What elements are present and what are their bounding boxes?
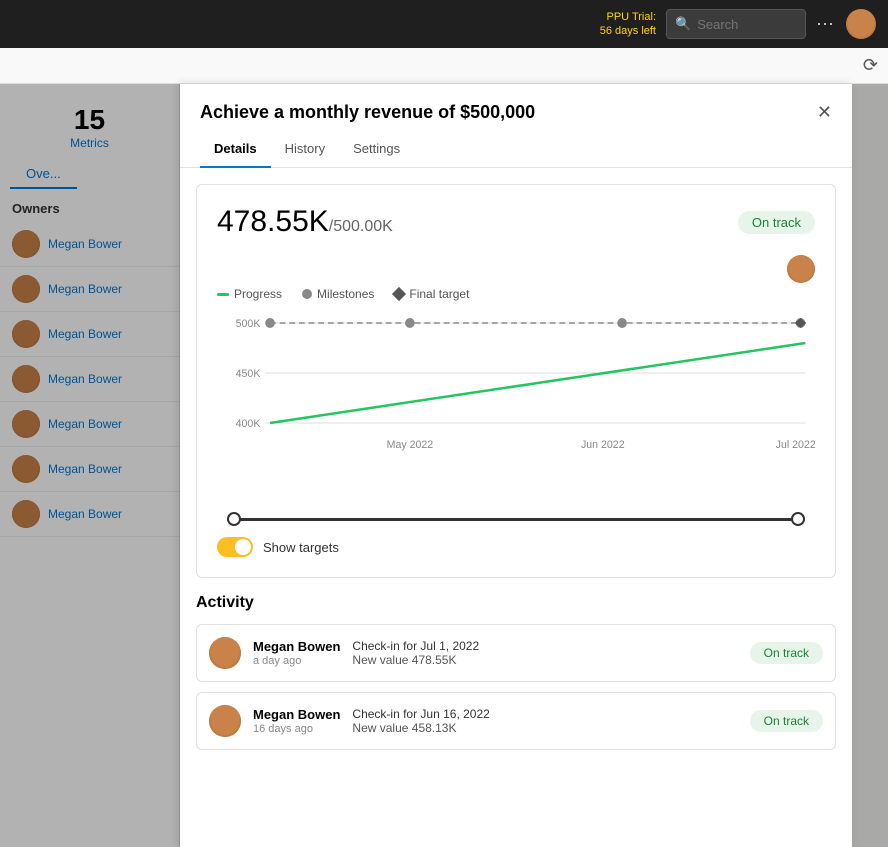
- modal-title: Achieve a monthly revenue of $500,000: [200, 102, 535, 123]
- target-value: /500.00K: [329, 218, 393, 235]
- refresh-icon[interactable]: ⟳: [863, 55, 878, 76]
- activity-info-1: Check-in for Jul 1, 2022 New value 478.5…: [352, 639, 737, 667]
- current-value-number: 478.55K: [217, 205, 329, 238]
- chart-svg: 500K 450K 400K May 2022: [217, 313, 815, 513]
- value-display: 478.55K/500.00K On track: [217, 205, 815, 239]
- activity-avatar-2: [209, 705, 241, 737]
- modal-header: Achieve a monthly revenue of $500,000 ✕: [180, 84, 852, 123]
- search-input[interactable]: [697, 17, 797, 32]
- range-thumb-right[interactable]: [791, 512, 805, 526]
- search-icon: 🔍: [675, 16, 691, 32]
- svg-text:400K: 400K: [236, 418, 262, 430]
- activity-item-1: Megan Bowen a day ago Check-in for Jul 1…: [196, 624, 836, 682]
- modal-tabs: Details History Settings: [180, 131, 852, 168]
- activity-user-name-2: Megan Bowen: [253, 707, 340, 722]
- svg-text:450K: 450K: [236, 368, 262, 380]
- range-track: [227, 518, 805, 521]
- chart-area: 500K 450K 400K May 2022: [217, 313, 815, 523]
- activity-section: Activity Megan Bowen a day ago Check-in …: [180, 594, 852, 776]
- activity-checkin-2: Check-in for Jun 16, 2022: [352, 707, 737, 721]
- modal-panel: Achieve a monthly revenue of $500,000 ✕ …: [180, 84, 852, 847]
- activity-badge-2: On track: [750, 710, 823, 732]
- show-targets-row: Show targets: [217, 537, 815, 557]
- legend-final-target: Final target: [394, 287, 469, 301]
- more-options-button[interactable]: ⋯: [816, 14, 836, 35]
- on-track-badge: On track: [738, 211, 815, 234]
- activity-user-name-1: Megan Bowen: [253, 639, 340, 654]
- range-thumb-left[interactable]: [227, 512, 241, 526]
- activity-avatar-1: [209, 637, 241, 669]
- milestones-legend-icon: [302, 289, 312, 299]
- search-box[interactable]: 🔍: [666, 9, 806, 39]
- top-nav: PPU Trial: 56 days left 🔍 ⋯: [0, 0, 888, 48]
- svg-text:Jun 2022: Jun 2022: [581, 439, 625, 451]
- activity-time-1: a day ago: [253, 655, 340, 667]
- activity-info-2: Check-in for Jun 16, 2022 New value 458.…: [352, 707, 737, 735]
- chart-user-avatar: [787, 255, 815, 283]
- user-avatar[interactable]: [846, 9, 876, 39]
- tab-settings[interactable]: Settings: [339, 131, 414, 168]
- legend-progress: Progress: [217, 287, 282, 301]
- show-targets-toggle[interactable]: [217, 537, 253, 557]
- svg-text:500K: 500K: [236, 318, 262, 330]
- show-targets-label: Show targets: [263, 540, 339, 555]
- activity-user-info-1: Megan Bowen a day ago: [253, 639, 340, 667]
- close-modal-button[interactable]: ✕: [817, 102, 832, 123]
- activity-item-2: Megan Bowen 16 days ago Check-in for Jun…: [196, 692, 836, 750]
- legend-milestones: Milestones: [302, 287, 374, 301]
- svg-text:Jul 2022: Jul 2022: [776, 439, 815, 451]
- main-area: 15 Metrics Ove... Owners Megan BowerMega…: [0, 84, 888, 847]
- current-value-display: 478.55K/500.00K: [217, 205, 393, 239]
- progress-legend-icon: [217, 293, 229, 296]
- activity-checkin-1: Check-in for Jul 1, 2022: [352, 639, 737, 653]
- toggle-knob: [235, 539, 251, 555]
- tab-details[interactable]: Details: [200, 131, 271, 168]
- activity-title: Activity: [196, 594, 836, 612]
- tab-history[interactable]: History: [271, 131, 339, 168]
- activity-new-value-1: New value 478.55K: [352, 653, 737, 667]
- chart-legend: Progress Milestones Final target: [217, 287, 815, 301]
- refresh-bar: ⟳: [0, 48, 888, 84]
- activity-new-value-2: New value 458.13K: [352, 721, 737, 735]
- ppu-trial-info: PPU Trial: 56 days left: [600, 10, 656, 39]
- activity-badge-1: On track: [750, 642, 823, 664]
- activity-time-2: 16 days ago: [253, 723, 340, 735]
- final-target-legend-icon: [392, 287, 406, 301]
- activity-user-info-2: Megan Bowen 16 days ago: [253, 707, 340, 735]
- range-slider[interactable]: [221, 518, 811, 521]
- chart-card: 478.55K/500.00K On track Progress Milest…: [196, 184, 836, 578]
- svg-text:May 2022: May 2022: [387, 439, 434, 451]
